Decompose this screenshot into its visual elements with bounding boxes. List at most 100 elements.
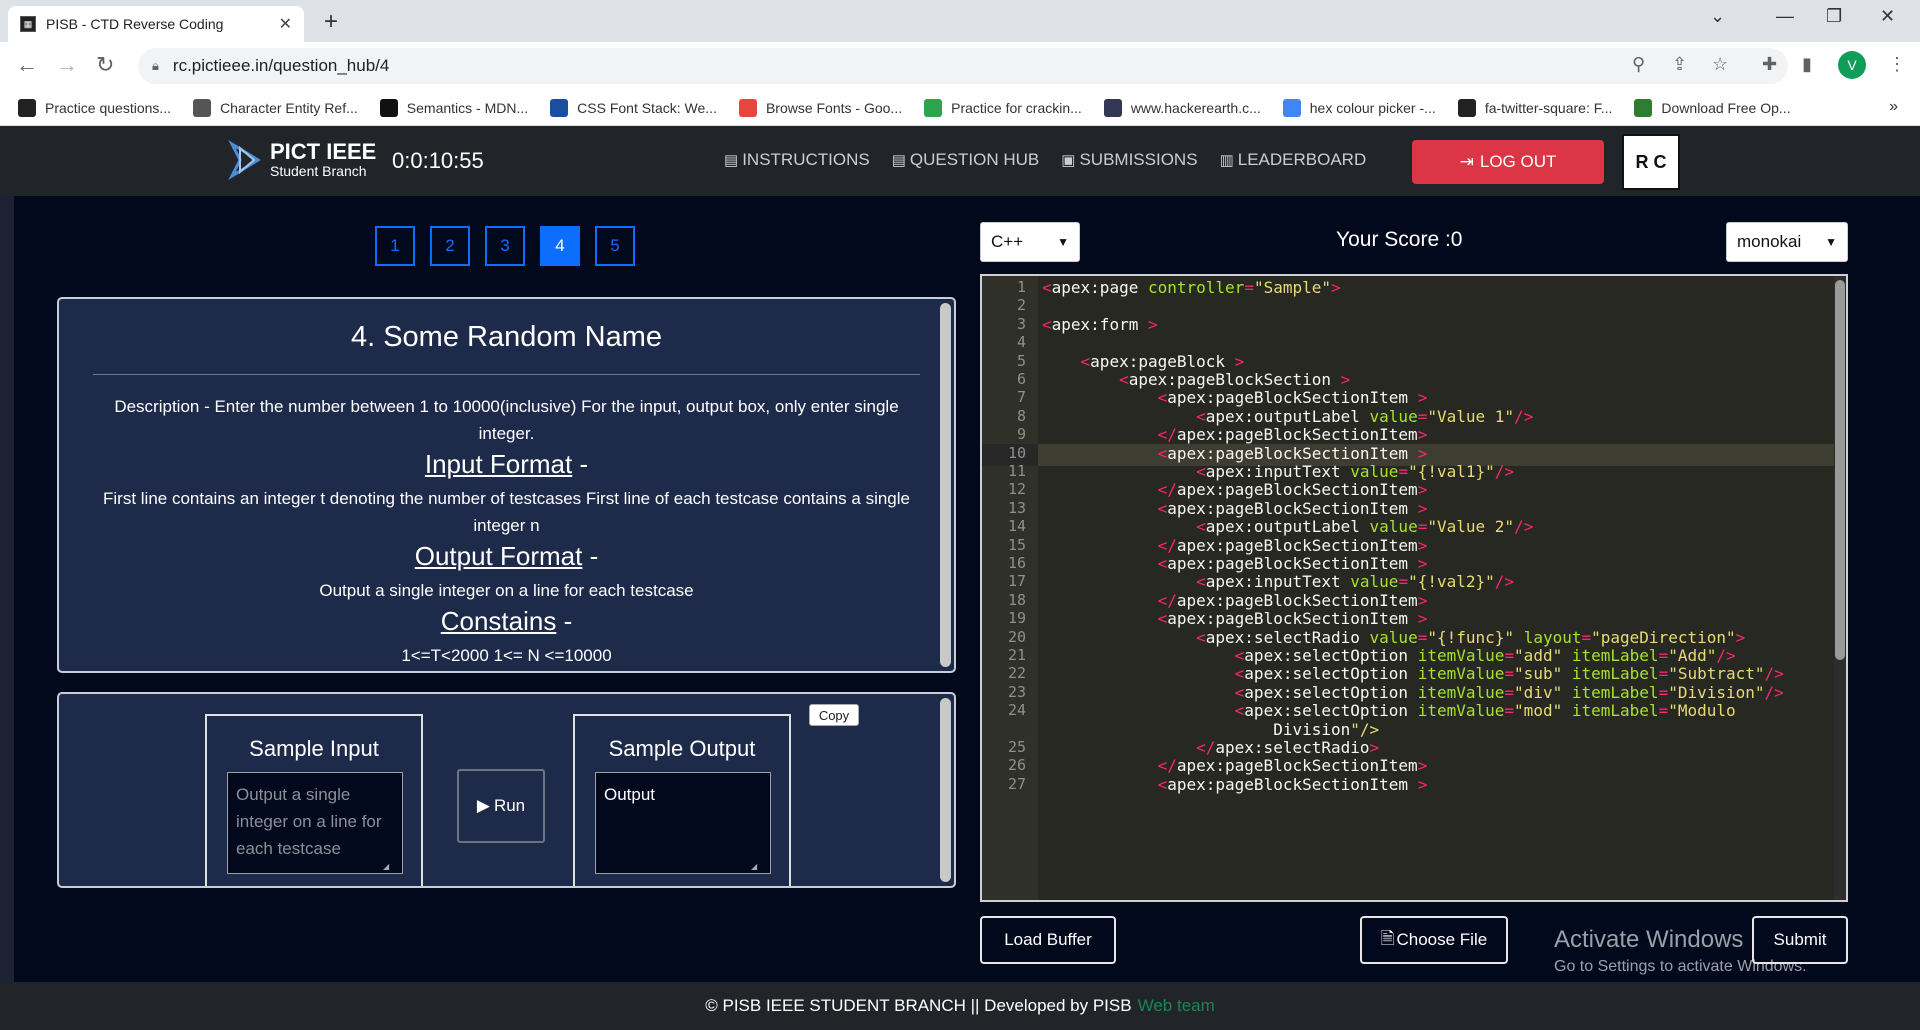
sample-input-field[interactable]: Output a single integer on a line for ea… [227, 772, 403, 874]
code-line: <apex:selectOption itemValue="div" itemL… [1234, 682, 1784, 702]
sample-run-card: Sample Input Output a single integer on … [57, 692, 956, 888]
nav-instructions[interactable]: ▤ INSTRUCTIONS [724, 150, 870, 170]
question-tab-1[interactable]: 1 [375, 226, 415, 266]
tab-search-chevron-icon[interactable]: ⌄ [1710, 6, 1725, 27]
more-bookmarks-icon[interactable]: » [1889, 98, 1898, 116]
question-card[interactable]: 4. Some Random Name Description - Enter … [57, 297, 956, 673]
bookmark-item[interactable]: Practice for crackin... [924, 98, 1082, 117]
lock-icon[interactable]: 🔒︎ [152, 58, 159, 74]
bookmark-favicon-icon [1457, 98, 1476, 117]
line-number: 24 [1007, 701, 1026, 720]
bookmark-item[interactable]: Character Entity Ref... [193, 98, 358, 117]
bookmark-item[interactable]: www.hackerearth.c... [1103, 98, 1261, 117]
back-arrow-icon[interactable]: ← [16, 52, 38, 78]
line-number: 6 [1016, 370, 1026, 388]
line-number: 27 [1007, 774, 1026, 793]
pict-ieee-logo[interactable]: PICT IEEE Student Branch [228, 140, 376, 180]
load-buffer-button[interactable]: Load Buffer [980, 916, 1116, 964]
editor-scrollbar[interactable] [1834, 276, 1846, 900]
heading-dash: - [563, 606, 573, 636]
editor-scrollbar-thumb[interactable] [1835, 280, 1845, 660]
bookmark-item[interactable]: Download Free Op... [1634, 98, 1791, 117]
chevron-down-icon: ▼ [1057, 235, 1069, 249]
code-line: </apex:pageBlockSectionItem> [1157, 425, 1428, 445]
line-number: 8 [1016, 406, 1026, 425]
line-number: 26 [1007, 756, 1026, 775]
reload-icon[interactable]: ↻ [96, 52, 114, 78]
bookmark-item[interactable]: CSS Font Stack: We... [550, 98, 717, 117]
code-line: <apex:pageBlockSectionItem > [1157, 388, 1428, 408]
close-window-icon[interactable]: ✕ [1880, 6, 1895, 27]
line-number: 10 [1007, 443, 1026, 462]
bookmark-item[interactable]: Browse Fonts - Goo... [738, 98, 903, 117]
forward-arrow-icon[interactable]: → [56, 52, 78, 78]
side-panel-icon[interactable]: ▮ [1802, 54, 1812, 75]
code-line: <apex:pageBlockSectionItem > [1157, 774, 1428, 794]
code-line: <apex:pageBlockSectionItem > [1157, 498, 1428, 518]
language-select[interactable]: C++ ▼ [980, 222, 1080, 262]
zoom-icon[interactable]: ⚲ [1632, 54, 1645, 75]
constraints-heading-text: Constains [440, 606, 557, 636]
main-content: 1 2 3 4 5 4. Some Random Name Descriptio… [14, 196, 1920, 982]
resize-handle-icon[interactable]: ◢ [751, 862, 787, 886]
bookmarks-bar: Practice questions... Character Entity Re… [0, 90, 1920, 126]
choose-file-button[interactable]: 🗎︎ Choose File [1360, 916, 1508, 964]
resize-handle-icon[interactable]: ◢ [383, 862, 419, 886]
kebab-menu-icon[interactable]: ⋮ [1888, 54, 1906, 75]
line-number: 17 [1007, 572, 1026, 591]
main-nav: ▤ INSTRUCTIONS ▤ QUESTION HUB ▣ SUBMISSI… [724, 150, 1388, 170]
bookmark-label: www.hackerearth.c... [1130, 99, 1261, 116]
extensions-puzzle-icon[interactable]: ✚ [1762, 54, 1777, 75]
sample-output-field[interactable]: Output [595, 772, 771, 874]
restore-icon[interactable]: ❐ [1826, 6, 1842, 27]
new-tab-icon[interactable]: + [324, 8, 338, 36]
logout-button[interactable]: ⇥ LOG OUT [1412, 140, 1604, 184]
bookmark-item[interactable]: hex colour picker -... [1282, 98, 1436, 117]
rc-logo: R C [1622, 134, 1680, 190]
url-omnibox[interactable]: 🔒︎ rc.pictieee.in/question_hub/4 [138, 48, 1788, 84]
line-number: 25 [1007, 738, 1026, 756]
code-line: <apex:pageBlockSectionItem > [1157, 443, 1428, 463]
bookmark-item[interactable]: Semantics - MDN... [379, 98, 528, 117]
theme-select[interactable]: monokai ▼ [1726, 222, 1848, 262]
file-icon: 🗎︎ [1380, 928, 1395, 948]
run-card-scrollbar[interactable] [940, 698, 951, 882]
bookmark-label: Browse Fonts - Goo... [765, 99, 903, 116]
question-tab-5[interactable]: 5 [595, 226, 635, 266]
code-editor[interactable]: 1 <apex:page controller="Sample"> 2 3 <apex:… [980, 274, 1848, 902]
sample-input-heading: Sample Input [249, 736, 379, 761]
code-line: <apex:selectRadio value="{!func}" layout… [1196, 627, 1746, 647]
minimize-icon[interactable]: — [1776, 6, 1794, 27]
footer-web-team-link[interactable]: Web team [1138, 996, 1215, 1016]
output-format-text: Output a single integer on a line for ea… [319, 581, 694, 600]
bookmark-item[interactable]: Practice questions... [18, 98, 171, 117]
run-button[interactable]: ▶ Run [457, 769, 545, 843]
bookmark-item[interactable]: fa-twitter-square: F... [1457, 98, 1612, 117]
nav-submissions[interactable]: ▣ SUBMISSIONS [1061, 150, 1197, 170]
close-tab-icon[interactable]: ✕ [279, 14, 292, 34]
divider [93, 374, 920, 375]
pict-ieee-logo-icon [228, 140, 261, 180]
question-tab-2[interactable]: 2 [430, 226, 470, 266]
code-line: <apex:pageBlockSectionItem > [1157, 554, 1428, 573]
nav-question-hub[interactable]: ▤ QUESTION HUB [892, 150, 1040, 170]
question-scrollbar[interactable] [940, 303, 951, 667]
bookmark-favicon-icon [18, 98, 36, 117]
line-number: 1 [1016, 278, 1026, 296]
bookmark-star-icon[interactable]: ☆ [1712, 54, 1728, 75]
submissions-icon: ▣ [1061, 152, 1076, 169]
profile-avatar[interactable]: V [1838, 51, 1866, 79]
logo-title: PICT IEEE [270, 139, 377, 164]
submit-button[interactable]: Submit [1752, 916, 1848, 964]
code-line: <apex:selectOption itemValue="add" itemL… [1234, 646, 1736, 665]
browser-tab[interactable]: ▦ PISB - CTD Reverse Coding ✕ [8, 6, 304, 42]
question-tab-3[interactable]: 3 [485, 226, 525, 266]
leaderboard-icon: ▥ [1219, 152, 1234, 169]
question-tab-4[interactable]: 4 [540, 226, 580, 266]
play-icon: ▶ [476, 796, 490, 815]
nav-leaderboard[interactable]: ▥ LEADERBOARD [1220, 150, 1367, 170]
copy-button[interactable]: Copy [809, 704, 859, 726]
footer-text: © PISB IEEE STUDENT BRANCH || Developed … [705, 996, 1132, 1015]
constraints-heading: Constains - [59, 604, 954, 638]
share-icon[interactable]: ⇪ [1672, 54, 1687, 75]
